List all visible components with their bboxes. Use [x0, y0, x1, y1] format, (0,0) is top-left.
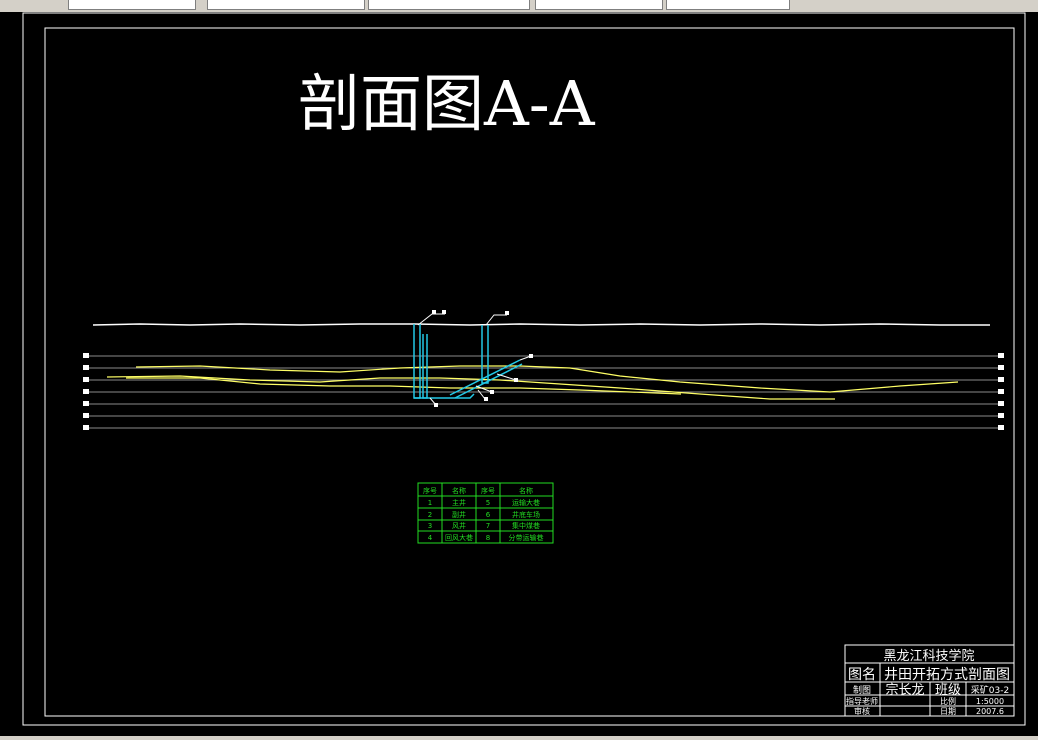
teacher-label: 指导老师 [846, 696, 878, 706]
legend-cell: 运输大巷 [512, 498, 540, 507]
leader-lines [417, 313, 532, 406]
legend-cell: 分带运输巷 [509, 533, 544, 542]
color-dropdown[interactable] [207, 0, 365, 10]
drawing-name-label: 图名 [848, 667, 876, 683]
legend-header-name-1: 名称 [452, 486, 466, 495]
drawing-canvas[interactable]: 剖面图A-A 序号 名称 序号 名称 1 主井 5 运输大巷 2 副井 6 井底… [0, 12, 1038, 736]
author-name: 宗长龙 [885, 682, 924, 698]
date-value: 2007.6 [976, 707, 1004, 716]
legend-cell: 1 [428, 499, 432, 507]
legend-cell: 副井 [452, 510, 466, 519]
school-name: 黑龙江科技学院 [883, 648, 974, 664]
lineweight-dropdown[interactable] [535, 0, 663, 10]
legend-cell: 6 [486, 511, 491, 519]
drawn-by-label: 制图 [853, 684, 871, 696]
legend-cell: 4 [428, 534, 433, 542]
auxiliary-shaft [422, 334, 428, 399]
review-label: 审核 [854, 706, 870, 716]
class-label: 班级 [935, 683, 961, 698]
layer-dropdown[interactable] [68, 0, 196, 10]
drawing-title: 剖面图A-A [298, 67, 596, 140]
legend-cell: 井底车场 [512, 510, 540, 519]
legend-header-name-2: 名称 [519, 486, 533, 495]
plotstyle-dropdown[interactable] [666, 0, 790, 10]
legend-table: 序号 名称 序号 名称 1 主井 5 运输大巷 2 副井 6 井底车场 3 风井… [417, 482, 554, 544]
class-value: 采矿03-2 [971, 684, 1009, 696]
linetype-dropdown[interactable] [368, 0, 530, 10]
legend-cell: 5 [486, 499, 490, 507]
legend-cell: 7 [486, 522, 490, 530]
date-label: 日期 [940, 707, 956, 716]
legend-cell: 风井 [452, 521, 466, 530]
ground-surface-line [92, 323, 990, 326]
legend-header-no-2: 序号 [481, 486, 495, 495]
legend-cell: 回风大巷 [445, 533, 473, 542]
legend-cell: 2 [428, 511, 432, 519]
legend-cell: 主井 [452, 498, 466, 507]
scale-label: 比例 [940, 696, 956, 706]
scale-value: 1:5000 [976, 697, 1004, 706]
legend-header-no-1: 序号 [423, 486, 437, 495]
legend-cell: 3 [428, 522, 432, 530]
legend-cell: 集中煤巷 [512, 521, 540, 530]
drawing-name-value: 井田开拓方式剖面图 [884, 667, 1010, 683]
coal-seams [106, 365, 959, 400]
legend-cell: 8 [486, 534, 490, 542]
ventilation-shaft [481, 325, 489, 384]
